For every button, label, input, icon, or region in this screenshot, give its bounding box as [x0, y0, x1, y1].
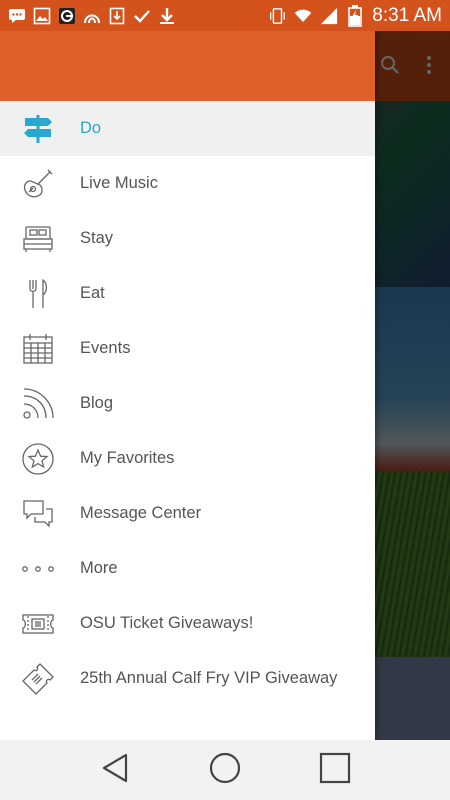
recents-square-icon [319, 752, 351, 789]
menu-item-stay[interactable]: Stay [0, 211, 375, 266]
menu-item-label: My Favorites [80, 449, 175, 467]
menu-item-live-music[interactable]: Live Music [0, 156, 375, 211]
menu-item-events[interactable]: Events [0, 321, 375, 376]
menu-item-label: OSU Ticket Giveaways! [80, 614, 254, 632]
messenger-icon [8, 7, 26, 25]
image-icon [33, 7, 51, 25]
menu-item-label: 25th Annual Calf Fry VIP Giveaway [80, 669, 338, 687]
system-icons: 8:31 AM [268, 4, 442, 27]
menu-item-label: Do [80, 119, 102, 137]
menu-item-eat[interactable]: Eat [0, 266, 375, 321]
assistant-icon [83, 7, 101, 25]
ticket-tilted-icon [21, 662, 55, 696]
menu-item-do[interactable]: Do [0, 101, 375, 156]
menu-item-label: Live Music [80, 174, 158, 192]
download-box-icon [108, 7, 126, 25]
app-icon [58, 7, 76, 25]
navigation-drawer: Do Live Music Stay Eat Events Blog My Fa… [0, 31, 375, 740]
menu-item-label: Eat [80, 284, 105, 302]
menu-item-more[interactable]: More [0, 541, 375, 596]
recents-button[interactable] [315, 750, 355, 790]
menu-item-label: More [80, 559, 118, 577]
home-circle-icon [209, 752, 241, 789]
battery-charging-icon [346, 4, 364, 27]
status-time: 8:31 AM [372, 4, 442, 26]
menu-item-my-favorites[interactable]: My Favorites [0, 431, 375, 486]
menu-item-label: Message Center [80, 504, 202, 522]
system-nav-bar [0, 740, 450, 800]
wifi-icon [294, 7, 312, 25]
home-button[interactable] [205, 750, 245, 790]
chat-bubbles-icon [21, 497, 55, 531]
fork-knife-icon [21, 277, 55, 311]
download-icon [158, 7, 176, 25]
rss-icon [21, 387, 55, 421]
menu-item-osu-ticket-giveaways[interactable]: OSU Ticket Giveaways! [0, 596, 375, 651]
star-icon [21, 442, 55, 476]
back-triangle-icon [100, 752, 130, 789]
calendar-icon [21, 332, 55, 366]
guitar-icon [21, 167, 55, 201]
ticket-icon [21, 607, 55, 641]
vibrate-icon [268, 7, 286, 25]
back-button[interactable] [95, 750, 135, 790]
drawer-header [0, 31, 375, 101]
menu-item-label: Events [80, 339, 131, 357]
notification-icons [8, 7, 176, 25]
menu-item-label: Blog [80, 394, 114, 412]
menu-item-blog[interactable]: Blog [0, 376, 375, 431]
more-dots-icon [21, 552, 55, 586]
bed-icon [21, 222, 55, 256]
menu-item-message-center[interactable]: Message Center [0, 486, 375, 541]
signal-icon [320, 7, 338, 25]
check-icon [133, 7, 151, 25]
status-bar: 8:31 AM [0, 0, 450, 31]
menu-item-label: Stay [80, 229, 114, 247]
menu-item-calf-fry-vip-giveaway[interactable]: 25th Annual Calf Fry VIP Giveaway [0, 651, 375, 706]
signpost-icon [21, 112, 55, 146]
